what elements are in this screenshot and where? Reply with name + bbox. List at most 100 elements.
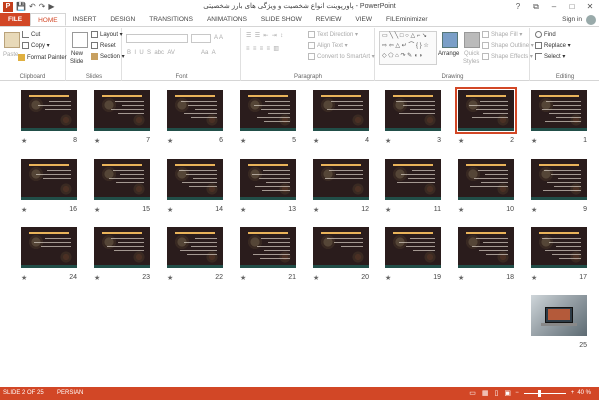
replace-button[interactable]: Replace ▾ [535,42,571,51]
transition-star-icon[interactable]: ★ [167,206,173,214]
slide-thumbnail[interactable] [240,227,296,268]
section-button[interactable]: Section ▾ [91,53,125,62]
normal-view-icon[interactable]: ▭ [469,387,476,400]
transition-star-icon[interactable]: ★ [531,206,537,214]
slide-thumbnail[interactable] [240,159,296,200]
tab-review[interactable]: REVIEW [309,13,349,26]
convert-smartart-button[interactable]: Convert to SmartArt ▾ [308,53,375,62]
tab-animations[interactable]: ANIMATIONS [200,13,254,26]
slide-thumbnail[interactable] [167,90,223,131]
transition-star-icon[interactable]: ★ [385,137,391,145]
slide-thumbnail[interactable] [313,90,369,131]
transition-star-icon[interactable]: ★ [531,274,537,282]
transition-star-icon[interactable]: ★ [531,137,537,145]
quick-styles-icon[interactable] [464,32,480,48]
shape-outline-button[interactable]: Shape Outline ▾ [482,42,534,51]
select-button[interactable]: Select ▾ [535,53,565,62]
slide-thumbnail[interactable] [531,227,587,268]
transition-star-icon[interactable]: ★ [313,137,319,145]
transition-star-icon[interactable]: ★ [385,274,391,282]
slide-thumbnail[interactable] [458,227,514,268]
tab-transitions[interactable]: TRANSITIONS [142,13,200,26]
cut-button[interactable]: Cut [22,31,40,40]
list-buttons[interactable]: ☰ ☰ ⇤ ⇥ ↕ [246,32,283,41]
alignment-buttons[interactable]: ≡ ≡ ≡ ≡ ▥ [246,45,279,54]
text-direction-button[interactable]: Text Direction ▾ [308,31,358,40]
slideshow-icon[interactable]: ▶ [48,2,54,12]
transition-star-icon[interactable]: ★ [167,137,173,145]
tab-file[interactable]: FILE [0,13,31,26]
ribbon-display-icon[interactable]: ⧉ [527,0,545,13]
slide-thumbnail[interactable] [531,159,587,200]
tab-view[interactable]: VIEW [348,13,379,26]
slide-thumbnail[interactable] [94,90,150,131]
slide-thumbnail[interactable] [385,227,441,268]
slide-thumbnail[interactable] [531,295,587,336]
transition-star-icon[interactable]: ★ [94,274,100,282]
font-color-icon[interactable]: Aa A [201,49,216,58]
arrange-button[interactable]: Arrange [438,50,459,59]
slide-thumbnail[interactable] [458,159,514,200]
transition-star-icon[interactable]: ★ [94,137,100,145]
arrange-icon[interactable] [442,32,458,48]
transition-star-icon[interactable]: ★ [385,206,391,214]
transition-star-icon[interactable]: ★ [240,137,246,145]
zoom-in-button[interactable]: + [571,387,575,400]
zoom-out-button[interactable]: − [515,387,519,400]
format-painter-button[interactable]: Format Painter [18,54,67,63]
avatar[interactable] [586,15,596,25]
slide-thumbnail[interactable] [167,227,223,268]
transition-star-icon[interactable]: ★ [458,206,464,214]
layout-button[interactable]: Layout ▾ [91,31,123,40]
transition-star-icon[interactable]: ★ [313,274,319,282]
transition-star-icon[interactable]: ★ [94,206,100,214]
zoom-level[interactable]: 40 % [577,387,591,400]
slide-thumbnail[interactable] [313,227,369,268]
maximize-icon[interactable]: □ [563,0,581,13]
slide-thumbnail[interactable] [531,90,587,131]
slide-thumbnail[interactable] [385,159,441,200]
slide-thumbnail[interactable] [240,90,296,131]
sign-in-link[interactable]: Sign in [562,13,582,27]
transition-star-icon[interactable]: ★ [240,206,246,214]
font-style-buttons[interactable]: B I U S abc AV [127,49,175,58]
transition-star-icon[interactable]: ★ [21,137,27,145]
font-grow-shrink-icon[interactable]: A A [214,34,223,43]
reading-view-icon[interactable]: ▯ [495,387,499,400]
tab-design[interactable]: DESIGN [103,13,142,26]
redo-icon[interactable]: ↷ [39,2,46,12]
new-slide-icon[interactable] [72,32,88,48]
font-size-field[interactable] [191,34,211,43]
reset-button[interactable]: Reset [91,42,116,51]
tab-fileminimizer[interactable]: FILEminimizer [379,13,435,26]
new-slide-button-line2[interactable]: Slide [70,58,83,67]
slide-thumbnail[interactable] [455,87,517,134]
slide-thumbnail[interactable] [385,90,441,131]
find-button[interactable]: Find [535,31,556,40]
slide-thumbnail[interactable] [21,90,77,131]
zoom-slider-knob[interactable] [537,390,541,397]
shape-effects-button[interactable]: Shape Effects ▾ [482,53,533,62]
slide-thumbnail[interactable] [167,159,223,200]
shape-fill-button[interactable]: Shape Fill ▾ [482,31,522,40]
tab-insert[interactable]: INSERT [66,13,104,26]
shapes-gallery[interactable]: ▭ ╲ ╲ □ ○ △ ⌐ ↘ ⇨ ⇦ △ ↵ ⌒ { } ☆ ◇ ⬠ ⌂ ↷ … [379,31,437,65]
slide-thumbnail[interactable] [21,159,77,200]
close-icon[interactable]: ✕ [581,0,599,13]
slide-sorter-view-icon[interactable]: ▦ [482,387,489,400]
slide-thumbnail[interactable] [313,159,369,200]
tab-home[interactable]: HOME [30,13,66,26]
minimize-icon[interactable]: – [545,0,563,13]
undo-icon[interactable]: ↶ [29,2,36,12]
quick-styles-line2[interactable]: Styles [463,58,479,67]
transition-star-icon[interactable]: ★ [458,274,464,282]
slide-thumbnail[interactable] [94,227,150,268]
help-icon[interactable]: ? [509,0,527,13]
copy-button[interactable]: Copy ▾ [22,42,50,51]
transition-star-icon[interactable]: ★ [167,274,173,282]
slideshow-view-icon[interactable]: ▣ [504,387,511,400]
tab-slide-show[interactable]: SLIDE SHOW [254,13,309,26]
slide-thumbnail[interactable] [21,227,77,268]
save-icon[interactable]: 💾 [16,2,26,12]
zoom-slider[interactable] [523,390,566,397]
